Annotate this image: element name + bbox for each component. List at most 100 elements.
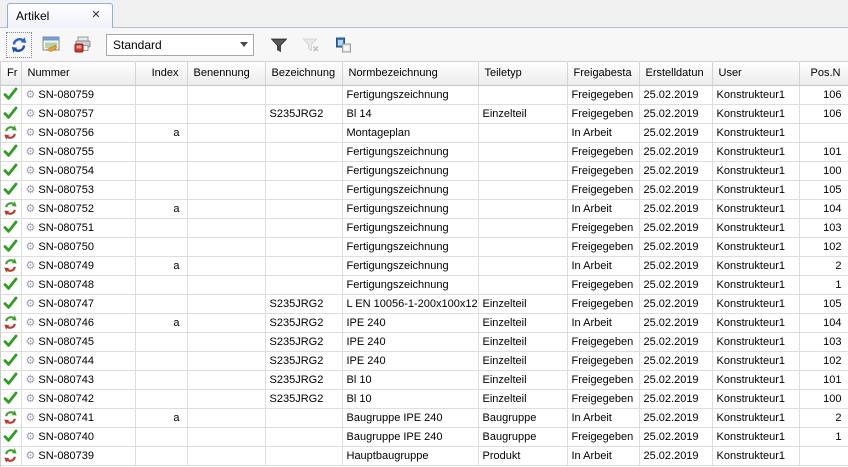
cell-teiletyp bbox=[478, 142, 568, 162]
artikel-number: SN-080743 bbox=[38, 373, 95, 386]
table-row[interactable]: ⚙ SN-080754 Fertigungszeichnung Freigegeben… bbox=[1, 161, 848, 181]
cell-benennung bbox=[187, 104, 266, 124]
cell-nummer: ⚙ SN-080751 bbox=[21, 218, 136, 238]
table-row[interactable]: ⚙ SN-080741 a Baugruppe IPE 240 Baugruppe In … bbox=[1, 408, 848, 428]
table-row[interactable]: ⚙ SN-080740 Baugruppe IPE 240 Baugruppe Frei… bbox=[1, 427, 848, 447]
cell-user: Konstrukteur1 bbox=[712, 332, 800, 352]
cell-nummer: ⚙ SN-080752 bbox=[21, 199, 136, 219]
cell-freigabestatus: Freigegeben bbox=[567, 332, 640, 352]
cell-nummer: ⚙ SN-080753 bbox=[21, 180, 136, 200]
cell-fr bbox=[1, 142, 22, 162]
print-preview-icon bbox=[42, 36, 59, 52]
cell-erstelldatum: 25.02.2019 bbox=[639, 351, 713, 371]
cell-normbezeichnung: Baugruppe IPE 240 bbox=[342, 408, 479, 428]
table-row[interactable]: ⚙ SN-080753 Fertigungszeichnung Freigegeben… bbox=[1, 180, 848, 200]
cell-normbezeichnung: Bl 14 bbox=[342, 104, 479, 124]
cell-index bbox=[135, 294, 188, 314]
table-row[interactable]: ⚙ SN-080748 Fertigungszeichnung Freigegeben… bbox=[1, 275, 848, 295]
cell-normbezeichnung: Fertigungszeichnung bbox=[342, 180, 479, 200]
table-row[interactable]: ⚙ SN-080751 Fertigungszeichnung Freigegeben… bbox=[1, 218, 848, 238]
status-freigegeben-icon bbox=[3, 239, 18, 252]
table-row[interactable]: ⚙ SN-080756 a Montageplan In Arbeit 25.02.201… bbox=[1, 123, 848, 143]
cell-teiletyp: Einzelteil bbox=[478, 351, 568, 371]
column-header-nummer[interactable]: Nummer bbox=[21, 62, 136, 86]
refresh-button[interactable] bbox=[6, 31, 32, 58]
part-icon: ⚙ bbox=[25, 391, 36, 405]
table-row[interactable]: ⚙ SN-080755 Fertigungszeichnung Freigegeben… bbox=[1, 142, 848, 162]
cell-fr bbox=[1, 332, 22, 352]
cell-erstelldatum: 25.02.2019 bbox=[639, 142, 713, 162]
table-row[interactable]: ⚙ SN-080742 S235JRG2 Bl 10 Einzelteil Freigeg… bbox=[1, 389, 848, 409]
column-header-freigabestatus[interactable]: Freigabesta bbox=[567, 62, 640, 86]
clear-filter-button[interactable] bbox=[298, 32, 324, 58]
cell-user: Konstrukteur1 bbox=[712, 427, 800, 447]
cell-fr bbox=[1, 123, 22, 143]
window-list-button[interactable] bbox=[330, 32, 356, 58]
column-header-bezeichnung[interactable]: Bezeichnung bbox=[265, 62, 343, 86]
table-row[interactable]: ⚙ SN-080749 a Fertigungszeichnung In Arbeit 2… bbox=[1, 256, 848, 276]
artikel-number: SN-080759 bbox=[38, 88, 95, 101]
cell-erstelldatum: 25.02.2019 bbox=[639, 332, 713, 352]
table-row[interactable]: ⚙ SN-080750 Fertigungszeichnung Freigegeben… bbox=[1, 237, 848, 257]
status-freigegeben-icon bbox=[3, 334, 18, 347]
cell-freigabestatus: Freigegeben bbox=[567, 294, 640, 314]
part-icon: ⚙ bbox=[25, 429, 36, 443]
cell-freigabestatus: Freigegeben bbox=[567, 370, 640, 390]
cell-teiletyp bbox=[478, 180, 568, 200]
cell-erstelldatum: 25.02.2019 bbox=[639, 294, 713, 314]
cell-fr bbox=[1, 313, 22, 333]
cell-normbezeichnung: Fertigungszeichnung bbox=[342, 218, 479, 238]
print-button[interactable] bbox=[70, 32, 96, 58]
column-header-user[interactable]: User bbox=[712, 62, 800, 86]
table-row[interactable]: ⚙ SN-080744 S235JRG2 IPE 240 Einzelteil Freig… bbox=[1, 351, 848, 371]
refresh-icon bbox=[11, 36, 27, 53]
cell-freigabestatus: Freigegeben bbox=[567, 351, 640, 371]
column-header-fr[interactable]: Fr bbox=[1, 62, 22, 86]
tab-artikel[interactable]: Artikel ✕ bbox=[7, 3, 113, 28]
filter-button[interactable] bbox=[266, 32, 292, 58]
cell-bezeichnung bbox=[265, 180, 343, 200]
cell-posnr: 100 bbox=[799, 161, 848, 181]
cell-bezeichnung bbox=[265, 161, 343, 181]
cell-bezeichnung: S235JRG2 bbox=[265, 351, 343, 371]
table-row[interactable]: ⚙ SN-080759 Fertigungszeichnung Freigegeben… bbox=[1, 85, 848, 105]
status-freigegeben-icon bbox=[3, 429, 18, 442]
cell-bezeichnung: S235JRG2 bbox=[265, 294, 343, 314]
view-combobox[interactable]: Standard bbox=[106, 33, 254, 56]
table-row[interactable]: ⚙ SN-080739 Hauptbaugruppe Produkt In Arbeit… bbox=[1, 446, 848, 466]
part-icon: ⚙ bbox=[25, 258, 36, 272]
cell-index bbox=[135, 370, 188, 390]
table-row[interactable]: ⚙ SN-080752 a Fertigungszeichnung In Arbeit 2… bbox=[1, 199, 848, 219]
column-header-benennung[interactable]: Benennung bbox=[187, 62, 266, 86]
tab-strip: Artikel ✕ bbox=[0, 0, 848, 28]
table-row[interactable]: ⚙ SN-080743 S235JRG2 Bl 10 Einzelteil Freigeg… bbox=[1, 370, 848, 390]
toolbar: Standard bbox=[0, 28, 848, 62]
cell-nummer: ⚙ SN-080745 bbox=[21, 332, 136, 352]
table-row[interactable]: ⚙ SN-080747 S235JRG2 L EN 10056-1-200x100x1… bbox=[1, 294, 848, 314]
cell-freigabestatus: In Arbeit bbox=[567, 313, 640, 333]
cell-nummer: ⚙ SN-080740 bbox=[21, 427, 136, 447]
close-icon[interactable]: ✕ bbox=[88, 8, 104, 24]
column-header-index[interactable]: Index bbox=[135, 62, 188, 86]
column-header-teiletyp[interactable]: Teiletyp bbox=[478, 62, 568, 86]
cell-normbezeichnung: IPE 240 bbox=[342, 313, 479, 333]
cell-bezeichnung bbox=[265, 275, 343, 295]
table-row[interactable]: ⚙ SN-080746 a S235JRG2 IPE 240 Einzelteil In A… bbox=[1, 313, 848, 333]
cell-normbezeichnung: IPE 240 bbox=[342, 332, 479, 352]
column-header-erstelldatum[interactable]: Erstelldatun bbox=[639, 62, 713, 86]
cell-freigabestatus: In Arbeit bbox=[567, 199, 640, 219]
cell-fr bbox=[1, 427, 22, 447]
cell-posnr: 101 bbox=[799, 142, 848, 162]
table-row[interactable]: ⚙ SN-080757 S235JRG2 Bl 14 Einzelteil Freigeg… bbox=[1, 104, 848, 124]
table-row[interactable]: ⚙ SN-080745 S235JRG2 IPE 240 Einzelteil Freig… bbox=[1, 332, 848, 352]
cell-nummer: ⚙ SN-080741 bbox=[21, 408, 136, 428]
column-header-posnr[interactable]: Pos.N bbox=[799, 62, 848, 86]
cell-bezeichnung bbox=[265, 256, 343, 276]
cell-nummer: ⚙ SN-080746 bbox=[21, 313, 136, 333]
cell-freigabestatus: Freigegeben bbox=[567, 427, 640, 447]
cell-benennung bbox=[187, 294, 266, 314]
artikel-number: SN-080755 bbox=[38, 145, 95, 158]
cell-teiletyp: Einzelteil bbox=[478, 389, 568, 409]
column-header-normbezeichnung[interactable]: Normbezeichnung bbox=[342, 62, 479, 86]
print-preview-button[interactable] bbox=[38, 32, 64, 58]
